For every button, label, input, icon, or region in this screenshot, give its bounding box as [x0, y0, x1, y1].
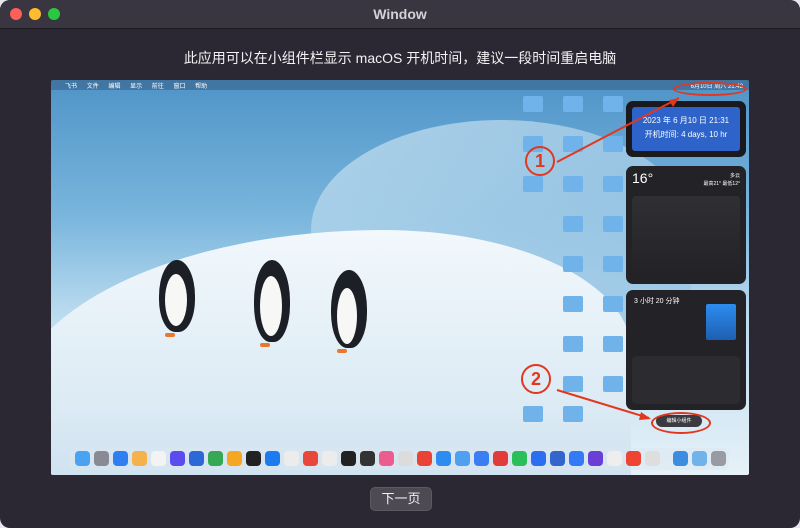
app-icon[interactable]	[588, 451, 603, 466]
app-icon[interactable]	[550, 451, 565, 466]
marker-2: 2	[521, 364, 551, 394]
menubar-item: 窗口	[173, 84, 186, 90]
terminal-icon[interactable]	[341, 451, 356, 466]
penguin-figure	[246, 260, 301, 350]
app-icon[interactable]	[113, 451, 128, 466]
penguin-figure	[151, 260, 206, 340]
dock	[69, 448, 729, 470]
instruction-text: 此应用可以在小组件栏显示 macOS 开机时间，建议一段时间重启电脑	[183, 50, 617, 66]
app-icon[interactable]	[626, 451, 641, 466]
app-icon[interactable]	[246, 451, 261, 466]
folder-icon[interactable]	[603, 256, 623, 272]
wechat-icon[interactable]	[512, 451, 527, 466]
folder-icon[interactable]	[523, 96, 543, 112]
title-bar: Window	[0, 0, 800, 29]
app-icon[interactable]	[607, 451, 622, 466]
chrome-icon[interactable]	[417, 451, 432, 466]
app-icon[interactable]	[151, 451, 166, 466]
app-icon[interactable]	[360, 451, 375, 466]
folder-icon[interactable]	[563, 216, 583, 232]
app-icon[interactable]	[94, 451, 109, 466]
app-icon[interactable]	[322, 451, 337, 466]
downloads-icon[interactable]	[692, 451, 707, 466]
folder-icon[interactable]	[603, 176, 623, 192]
folder-icon[interactable]	[563, 296, 583, 312]
menubar-item: 文件	[86, 84, 99, 90]
app-icon[interactable]	[436, 451, 451, 466]
edit-button-highlight-oval	[651, 412, 711, 434]
weather-forecast	[632, 196, 740, 276]
app-icon[interactable]	[132, 451, 147, 466]
app-icon[interactable]	[265, 451, 280, 466]
app-icon[interactable]	[227, 451, 242, 466]
screen-time-title: 3 小时 20 分钟	[634, 298, 680, 305]
app-icon[interactable]	[284, 451, 299, 466]
app-window: Window 此应用可以在小组件栏显示 macOS 开机时间，建议一段时间重启电…	[0, 0, 800, 528]
arrow-2-icon	[556, 389, 651, 420]
weather-condition: 多云	[729, 173, 740, 179]
app-icon[interactable]	[189, 451, 204, 466]
mac-menubar: 飞书 文件 编辑 显示 前往 窗口 帮助 6月10日 周六 21:42	[51, 80, 749, 90]
folder-icon[interactable]	[523, 406, 543, 422]
menubar-item: 显示	[130, 84, 143, 90]
weather-range: 最高21° 最低12°	[703, 181, 740, 187]
folder-icon[interactable]	[603, 296, 623, 312]
arrow-1-icon	[556, 97, 680, 163]
desktop-screenshot: 飞书 文件 编辑 显示 前往 窗口 帮助 6月10日 周六 21:42 2023…	[51, 80, 749, 475]
finder-icon[interactable]	[75, 451, 90, 466]
window-title: Window	[373, 6, 427, 22]
app-icon[interactable]	[645, 451, 660, 466]
menubar-items: 飞书 文件 编辑 显示 前往 窗口 帮助	[57, 81, 215, 90]
app-icon[interactable]	[493, 451, 508, 466]
weather-temp: 16°	[632, 170, 654, 186]
weather-widget[interactable]: 16° 多云 最高21° 最低12°	[626, 166, 746, 284]
app-icon[interactable]	[455, 451, 470, 466]
app-icon[interactable]	[474, 451, 489, 466]
app-icon[interactable]	[569, 451, 584, 466]
app-icon[interactable]	[379, 451, 394, 466]
app-icon[interactable]	[398, 451, 413, 466]
folder-icon[interactable]	[603, 336, 623, 352]
screen-time-chart	[706, 304, 736, 340]
next-page-button[interactable]: 下一页	[370, 487, 432, 511]
folder-icon[interactable]	[673, 451, 688, 466]
app-icon[interactable]	[170, 451, 185, 466]
menubar-item: 编辑	[108, 84, 121, 90]
folder-icon[interactable]	[563, 176, 583, 192]
menubar-item: 帮助	[195, 84, 208, 90]
menubar-item: 前往	[151, 84, 164, 90]
folder-icon[interactable]	[603, 216, 623, 232]
penguin-figure	[321, 270, 381, 355]
folder-icon[interactable]	[523, 176, 543, 192]
app-icon[interactable]	[531, 451, 546, 466]
app-icon[interactable]	[208, 451, 223, 466]
app-icon[interactable]	[303, 451, 318, 466]
menubar-item: 飞书	[65, 84, 78, 90]
folder-icon[interactable]	[563, 336, 583, 352]
trash-icon[interactable]	[711, 451, 726, 466]
folder-icon[interactable]	[563, 256, 583, 272]
